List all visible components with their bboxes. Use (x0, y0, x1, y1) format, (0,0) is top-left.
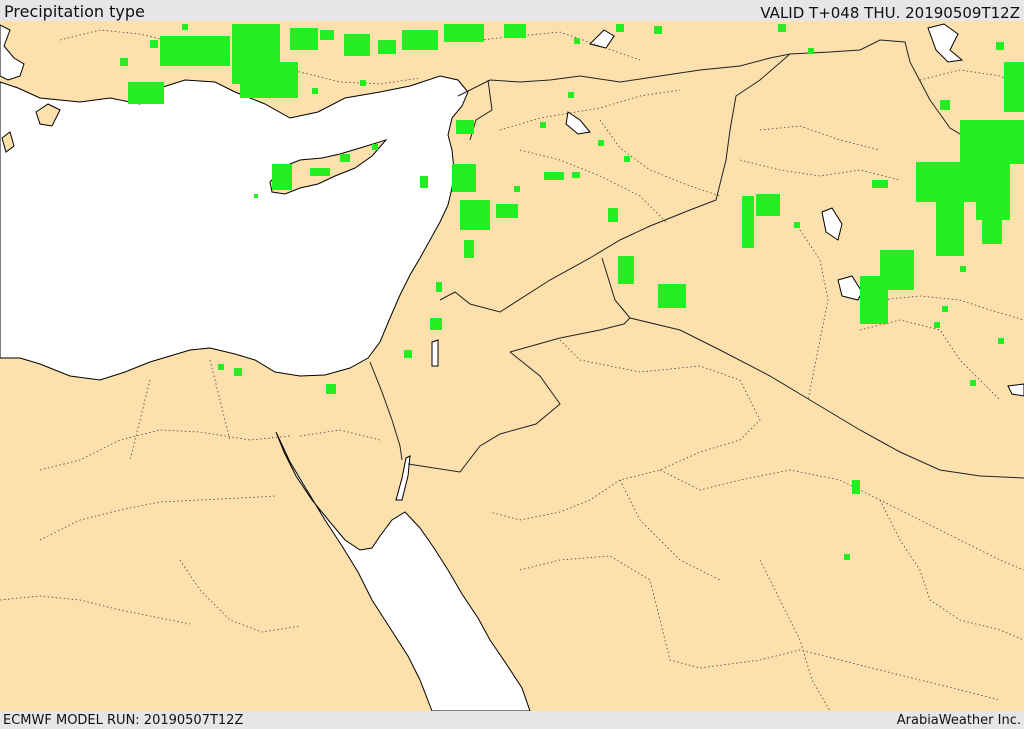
map-title: Precipitation type (4, 2, 145, 21)
model-run: ECMWF MODEL RUN: 20190507T12Z (3, 713, 244, 728)
credit: ArabiaWeather Inc. (896, 713, 1021, 728)
dead-sea (431, 339, 439, 367)
precipitation-map (0, 21, 1024, 711)
valid-time: VALID T+048 THU. 20190509T12Z (760, 4, 1020, 22)
title-bar: Precipitation type VALID T+048 THU. 2019… (0, 0, 1024, 21)
footer-bar: ECMWF MODEL RUN: 20190507T12Z ArabiaWeat… (0, 711, 1024, 729)
